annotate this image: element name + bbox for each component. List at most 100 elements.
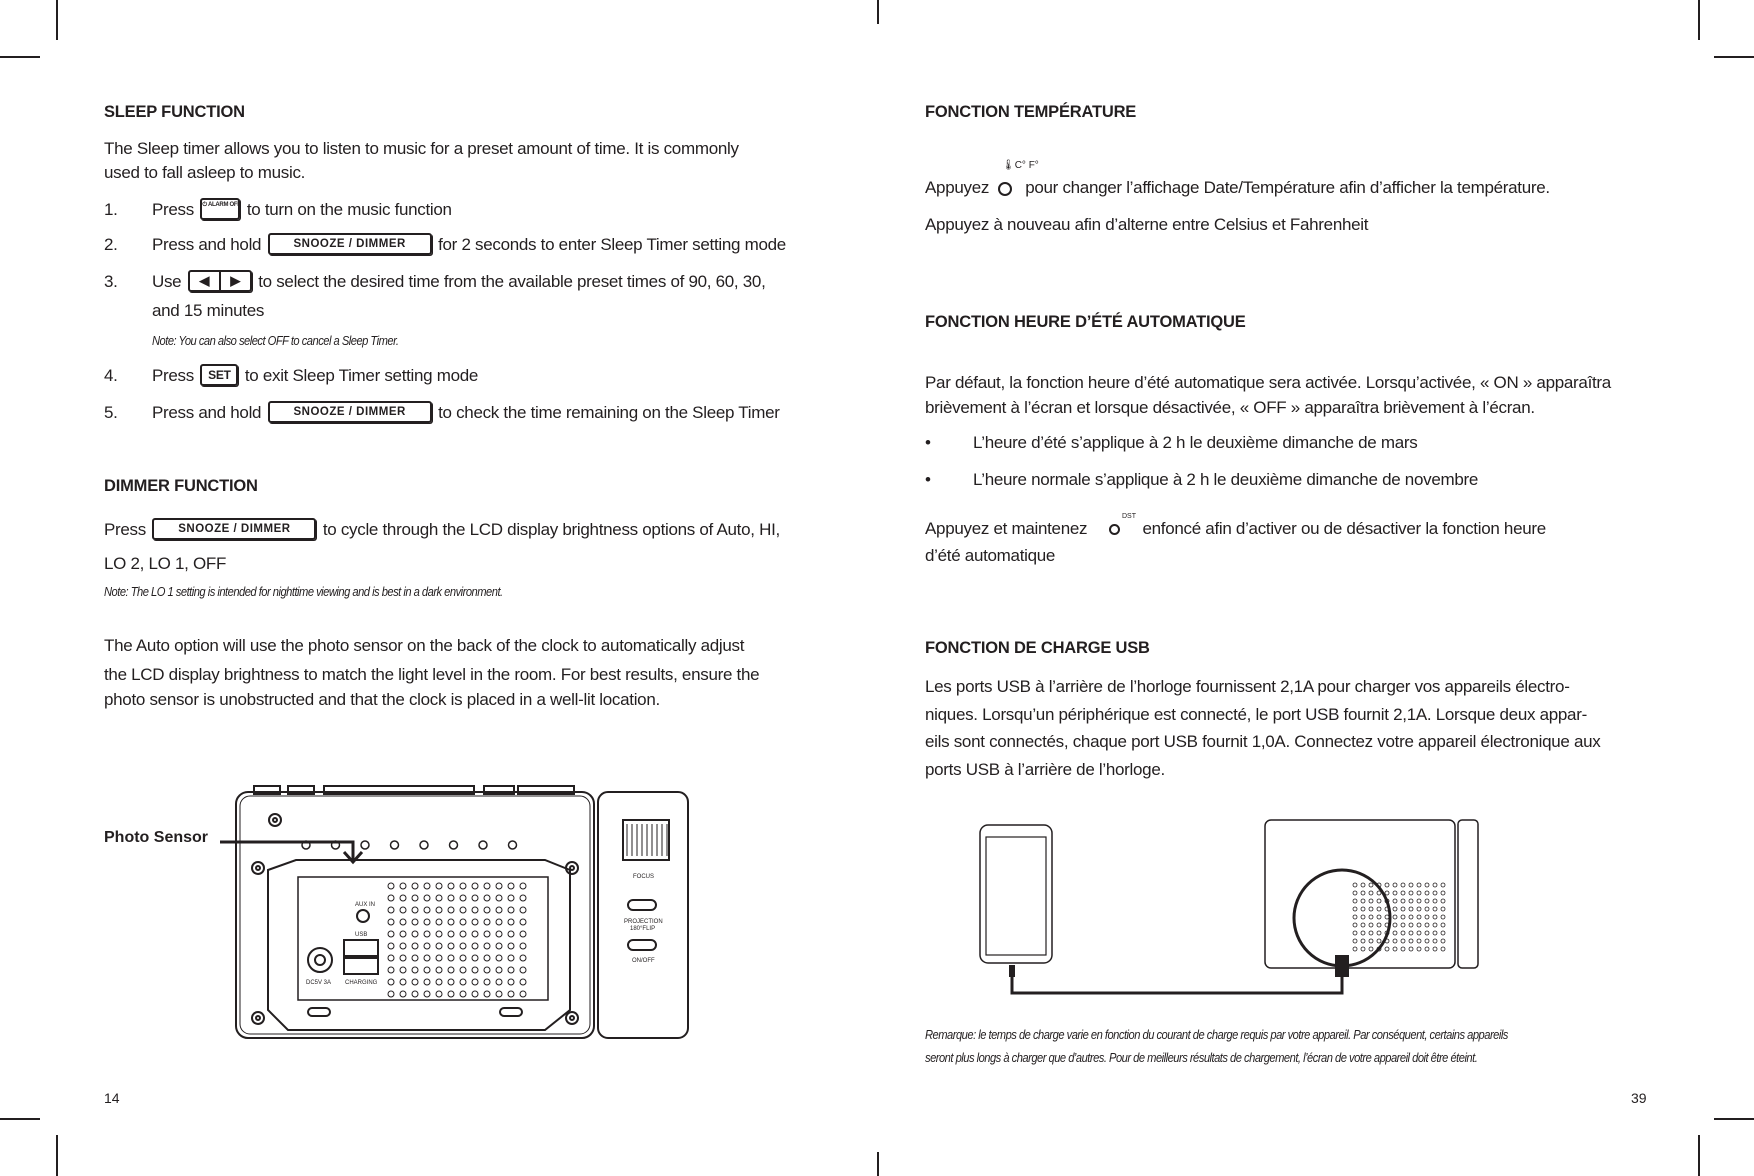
clock-body	[1264, 819, 1456, 969]
hole	[411, 990, 419, 998]
hole	[471, 906, 479, 914]
hole	[435, 918, 443, 926]
dc-label: DC5V 3A	[306, 980, 331, 986]
dimmer-text: to cycle through the LCD display brightn…	[322, 520, 780, 539]
hole	[1368, 906, 1374, 912]
hole	[1360, 922, 1366, 928]
hole	[1368, 890, 1374, 896]
hole	[1400, 882, 1406, 888]
hole	[1400, 890, 1406, 896]
hole	[1384, 890, 1390, 896]
hole	[519, 942, 527, 950]
hole	[1360, 938, 1366, 944]
hole	[423, 882, 431, 890]
hole	[459, 966, 467, 974]
hole	[1400, 922, 1406, 928]
dst-button-icon	[1109, 524, 1121, 536]
hole	[483, 966, 491, 974]
hole	[1424, 890, 1430, 896]
hole	[1424, 922, 1430, 928]
hole	[423, 966, 431, 974]
hole	[399, 894, 407, 902]
page-number: 39	[1631, 1090, 1647, 1106]
hole	[1368, 946, 1374, 952]
hole	[387, 990, 395, 998]
dst-para-2: brièvement à l’écran et lorsque désactiv…	[925, 398, 1535, 417]
hole	[495, 894, 503, 902]
hole	[459, 918, 467, 926]
hole	[423, 906, 431, 914]
right-page: FONCTION TEMPÉRATURE 🌡C° F° Appuyez pour…	[877, 0, 1754, 1176]
hole	[1408, 906, 1414, 912]
hole	[1392, 906, 1398, 912]
hole	[387, 954, 395, 962]
hole	[411, 894, 419, 902]
hole	[483, 918, 491, 926]
dst-text: Appuyez et maintenez	[925, 519, 1088, 538]
dst-text: enfoncé afin d’activer ou de désactiver …	[1142, 519, 1546, 538]
hole	[483, 930, 491, 938]
hole	[411, 930, 419, 938]
usb-plug	[1335, 955, 1349, 977]
hole	[459, 930, 467, 938]
hole	[1424, 930, 1430, 936]
step-text: Press and hold	[152, 235, 262, 254]
dst-heading: FONCTION HEURE D’ÉTÉ AUTOMATIQUE	[925, 313, 1246, 331]
hole	[435, 894, 443, 902]
dc-jack	[307, 947, 333, 973]
hole	[1368, 898, 1374, 904]
hole	[507, 918, 515, 926]
hole	[423, 978, 431, 986]
charging-label: CHARGING	[345, 980, 378, 986]
hole	[1384, 914, 1390, 920]
hole	[447, 906, 455, 914]
hole	[387, 894, 395, 902]
hole	[519, 954, 527, 962]
hole	[1432, 882, 1438, 888]
hole	[1368, 938, 1374, 944]
hole	[1376, 938, 1382, 944]
projector-side	[1457, 819, 1479, 969]
hole	[1440, 946, 1446, 952]
projector-side	[597, 791, 689, 1039]
hole	[447, 894, 455, 902]
usb-port	[343, 957, 379, 975]
step-text: to exit Sleep Timer setting mode	[244, 366, 479, 385]
hole	[483, 978, 491, 986]
speaker-grill	[1352, 882, 1446, 952]
hole	[1424, 898, 1430, 904]
cf-label: C° F°	[1014, 160, 1039, 171]
hole	[1352, 922, 1358, 928]
snooze-dimmer-button-icon: SNOOZE / DIMMER	[267, 232, 432, 255]
hole	[459, 954, 467, 962]
hole	[447, 966, 455, 974]
hole	[447, 954, 455, 962]
hole	[1416, 906, 1422, 912]
hole	[459, 978, 467, 986]
hole	[507, 942, 515, 950]
hole	[483, 954, 491, 962]
hole	[1408, 890, 1414, 896]
hole	[1368, 914, 1374, 920]
hole	[519, 918, 527, 926]
hole	[1416, 922, 1422, 928]
sleep-intro-1: The Sleep timer allows you to listen to …	[104, 139, 739, 158]
hole	[1376, 890, 1382, 896]
hole	[1376, 906, 1382, 912]
step-1: Press ⏻ ALARM OFF to turn on the music f…	[152, 197, 452, 222]
dimmer-line-2: LO 2, LO 1, OFF	[104, 554, 227, 573]
hole	[399, 942, 407, 950]
hole	[1352, 898, 1358, 904]
on-off-switch	[627, 939, 657, 951]
hole	[447, 930, 455, 938]
sleep-heading: SLEEP FUNCTION	[104, 103, 245, 121]
hole	[1368, 930, 1374, 936]
hole	[411, 918, 419, 926]
temp-text: Appuyez	[925, 178, 990, 197]
hole	[507, 894, 515, 902]
hole	[1392, 898, 1398, 904]
hole	[1360, 898, 1366, 904]
hole	[1408, 938, 1414, 944]
step-number: 1.	[104, 200, 118, 219]
hole	[478, 840, 488, 850]
